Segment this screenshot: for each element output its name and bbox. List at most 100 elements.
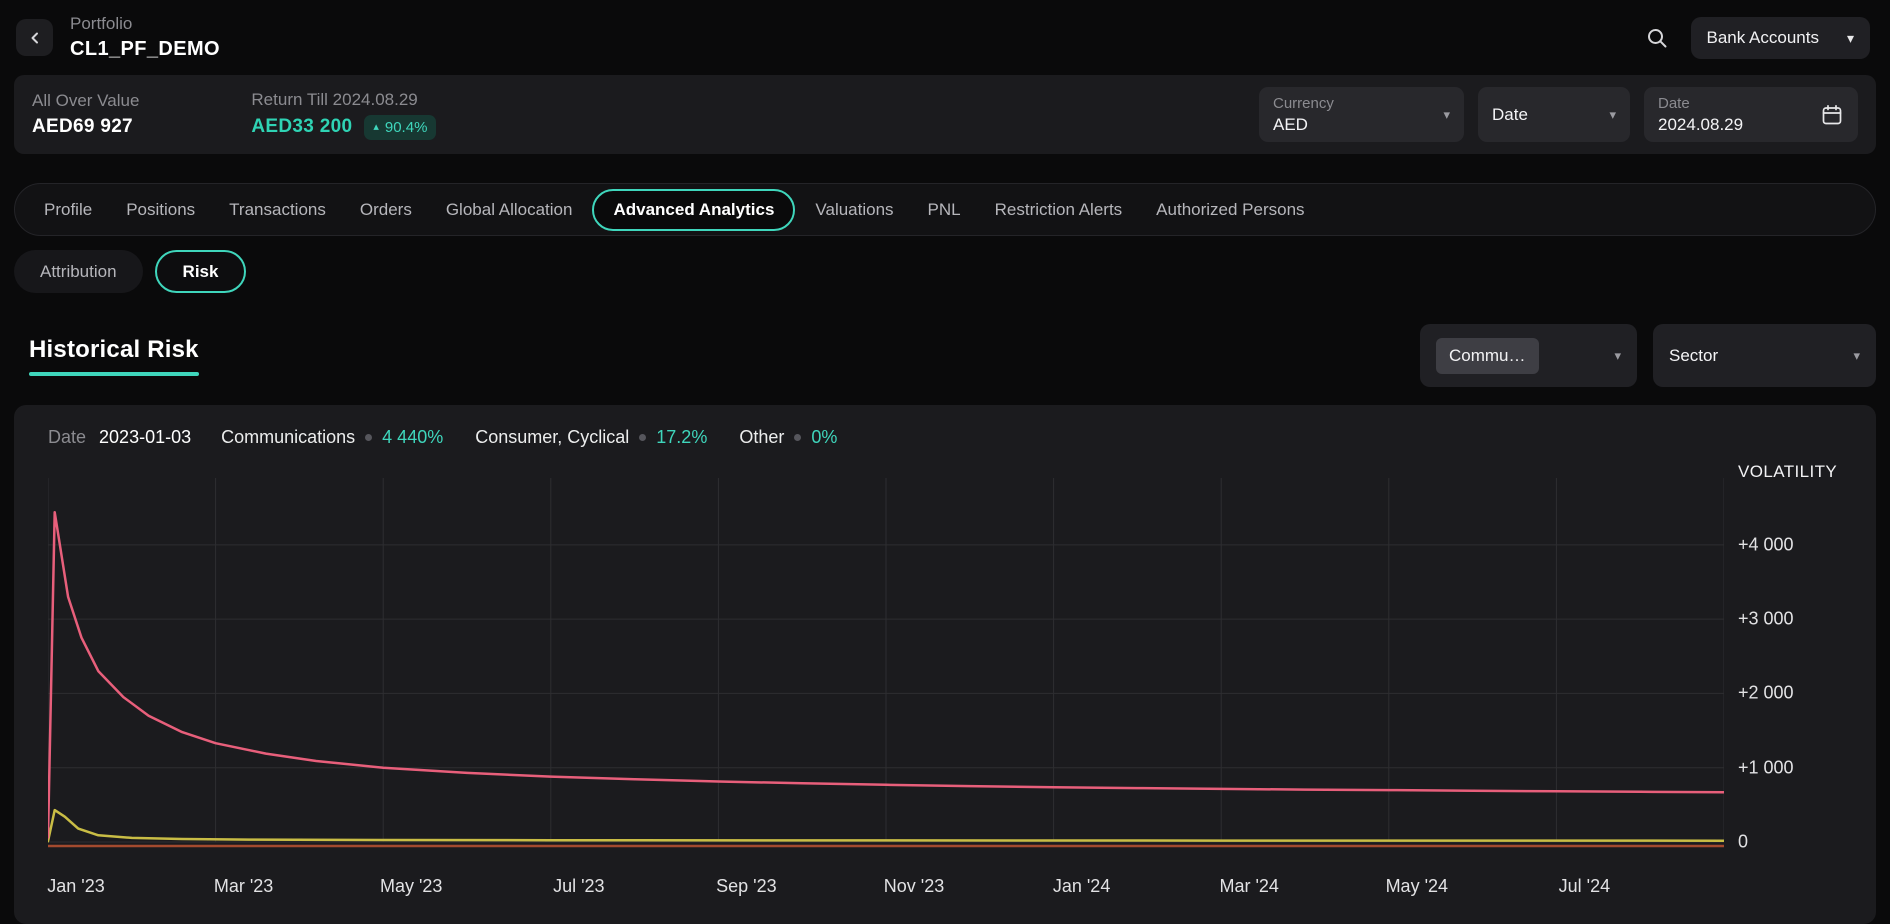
- date-picker-text: Date 2024.08.29: [1658, 95, 1743, 135]
- date-dropdown[interactable]: Date ▾: [1478, 87, 1630, 142]
- legend-items: Communications 4 440% Consumer, Cyclical 17…: [221, 427, 837, 448]
- date-picker-label: Date: [1658, 95, 1743, 112]
- return-change-value: 90.4%: [385, 119, 428, 136]
- y-axis-label: +3 000: [1738, 609, 1794, 630]
- x-axis-label: Jan '23: [47, 876, 104, 897]
- legend-item-consumer-cyclical: Consumer, Cyclical 17.2%: [475, 427, 707, 448]
- x-axis-label: Nov '23: [884, 876, 944, 897]
- legend-date-label: Date: [48, 427, 86, 448]
- sector-filter-dropdown[interactable]: Sector ▾: [1653, 324, 1876, 387]
- series-filter-dropdown[interactable]: Commu… ▾: [1420, 324, 1637, 387]
- y-axis-title: VOLATILITY: [1738, 462, 1837, 482]
- plot-area[interactable]: Jan '23 Mar '23 May '23 Jul '23 Sep '23 Nov '…: [48, 478, 1724, 912]
- chevron-down-icon: ▾: [1614, 349, 1621, 362]
- stats-panel: All Over Value AED69 927 Return Till 202…: [14, 75, 1876, 154]
- legend-dot-icon: [639, 434, 646, 441]
- subtab-attribution[interactable]: Attribution: [14, 250, 143, 293]
- legend-dot-icon: [365, 434, 372, 441]
- x-axis-label: Jul '24: [1559, 876, 1610, 897]
- all-over-value-stat: All Over Value AED69 927: [32, 91, 139, 138]
- tab-valuations[interactable]: Valuations: [798, 189, 910, 231]
- return-row: AED33 200 ▴ 90.4%: [251, 115, 436, 140]
- legend-value: 0%: [811, 427, 837, 448]
- tab-profile[interactable]: Profile: [27, 189, 109, 231]
- section-title: Historical Risk: [29, 336, 199, 364]
- legend-name: Other: [739, 427, 784, 448]
- legend-item-other: Other 0%: [739, 427, 837, 448]
- bank-accounts-dropdown[interactable]: Bank Accounts ▾: [1691, 17, 1871, 59]
- tab-pnl[interactable]: PNL: [911, 189, 978, 231]
- calendar-icon: [1820, 103, 1844, 127]
- subtab-row: Attribution Risk: [14, 250, 1876, 293]
- bank-accounts-label: Bank Accounts: [1707, 28, 1819, 48]
- title-underline: [29, 372, 199, 376]
- page-eyebrow: Portfolio: [70, 14, 220, 34]
- chart-legend: Date 2023-01-03 Communications 4 440% Cons…: [48, 427, 1876, 448]
- currency-value: AED: [1273, 115, 1334, 135]
- x-axis-label: Sep '23: [716, 876, 777, 897]
- historical-risk-header: Historical Risk Commu… ▾ Sector ▾: [14, 324, 1876, 387]
- date-picker[interactable]: Date 2024.08.29: [1644, 87, 1858, 142]
- series-filter-chip[interactable]: Commu…: [1436, 338, 1539, 374]
- page-title: CL1_PF_DEMO: [70, 38, 220, 61]
- currency-label: Currency: [1273, 95, 1334, 112]
- legend-value: 4 440%: [382, 427, 443, 448]
- subtab-risk[interactable]: Risk: [155, 250, 247, 293]
- legend-value: 17.2%: [656, 427, 707, 448]
- tab-positions[interactable]: Positions: [109, 189, 212, 231]
- search-button[interactable]: [1645, 26, 1669, 50]
- chevron-down-icon: ▾: [1853, 349, 1860, 362]
- y-axis-label: +4 000: [1738, 534, 1794, 555]
- tab-restriction-alerts[interactable]: Restriction Alerts: [978, 189, 1140, 231]
- x-axis-label: May '24: [1386, 876, 1448, 897]
- historical-risk-panel: Date 2023-01-03 Communications 4 440% Cons…: [14, 405, 1876, 924]
- risk-line-chart: [48, 478, 1724, 850]
- legend-name: Consumer, Cyclical: [475, 427, 629, 448]
- header: Portfolio CL1_PF_DEMO Bank Accounts ▾: [0, 0, 1890, 75]
- legend-date-value: 2023-01-03: [99, 427, 191, 448]
- tab-global-allocation[interactable]: Global Allocation: [429, 189, 590, 231]
- chart-body: Jan '23 Mar '23 May '23 Jul '23 Sep '23 Nov '…: [14, 478, 1876, 912]
- header-actions: Bank Accounts ▾: [1645, 17, 1871, 59]
- tab-orders[interactable]: Orders: [343, 189, 429, 231]
- return-amount: AED33 200: [251, 116, 352, 138]
- tab-authorized-persons[interactable]: Authorized Persons: [1139, 189, 1321, 231]
- date-dropdown-label: Date: [1492, 105, 1528, 125]
- y-axis: VOLATILITY +4 000+3 000+2 000+1 0000: [1724, 478, 1876, 912]
- all-over-value-amount: AED69 927: [32, 116, 139, 138]
- x-axis-label: May '23: [380, 876, 442, 897]
- currency-dropdown[interactable]: Currency AED ▾: [1259, 87, 1464, 142]
- tab-bar: ProfilePositionsTransactionsOrdersGlobal…: [14, 183, 1876, 236]
- sector-filter-value: Sector: [1669, 346, 1718, 366]
- tab-transactions[interactable]: Transactions: [212, 189, 343, 231]
- chevron-down-icon: ▾: [1847, 31, 1854, 45]
- x-axis-label: Mar '23: [214, 876, 273, 897]
- tab-advanced-analytics[interactable]: Advanced Analytics: [592, 189, 795, 231]
- legend-item-communications: Communications 4 440%: [221, 427, 443, 448]
- y-axis-label: +1 000: [1738, 757, 1794, 778]
- back-button[interactable]: [16, 19, 53, 56]
- section-filters: Commu… ▾ Sector ▾: [1420, 324, 1876, 387]
- chevron-left-icon: [28, 31, 42, 45]
- section-title-wrap: Historical Risk: [29, 336, 199, 376]
- legend-dot-icon: [794, 434, 801, 441]
- return-label: Return Till 2024.08.29: [251, 90, 436, 110]
- x-axis-label: Jan '24: [1053, 876, 1110, 897]
- arrow-up-icon: ▴: [373, 122, 379, 133]
- search-icon: [1645, 26, 1669, 50]
- x-axis-label: Mar '24: [1219, 876, 1278, 897]
- chevron-down-icon: ▾: [1443, 108, 1450, 121]
- legend-name: Communications: [221, 427, 355, 448]
- legend-date: Date 2023-01-03: [48, 427, 191, 448]
- chevron-down-icon: ▾: [1609, 108, 1616, 121]
- currency-dropdown-text: Currency AED: [1273, 95, 1334, 135]
- x-axis-label: Jul '23: [553, 876, 604, 897]
- title-block: Portfolio CL1_PF_DEMO: [70, 14, 220, 61]
- return-change-badge: ▴ 90.4%: [364, 115, 436, 140]
- return-stat: Return Till 2024.08.29 AED33 200 ▴ 90.4%: [251, 90, 436, 140]
- all-over-value-label: All Over Value: [32, 91, 139, 111]
- x-axis: Jan '23 Mar '23 May '23 Jul '23 Sep '23 Nov '…: [48, 876, 1724, 912]
- y-axis-label: +2 000: [1738, 683, 1794, 704]
- y-axis-label: 0: [1738, 832, 1748, 853]
- date-picker-value: 2024.08.29: [1658, 115, 1743, 135]
